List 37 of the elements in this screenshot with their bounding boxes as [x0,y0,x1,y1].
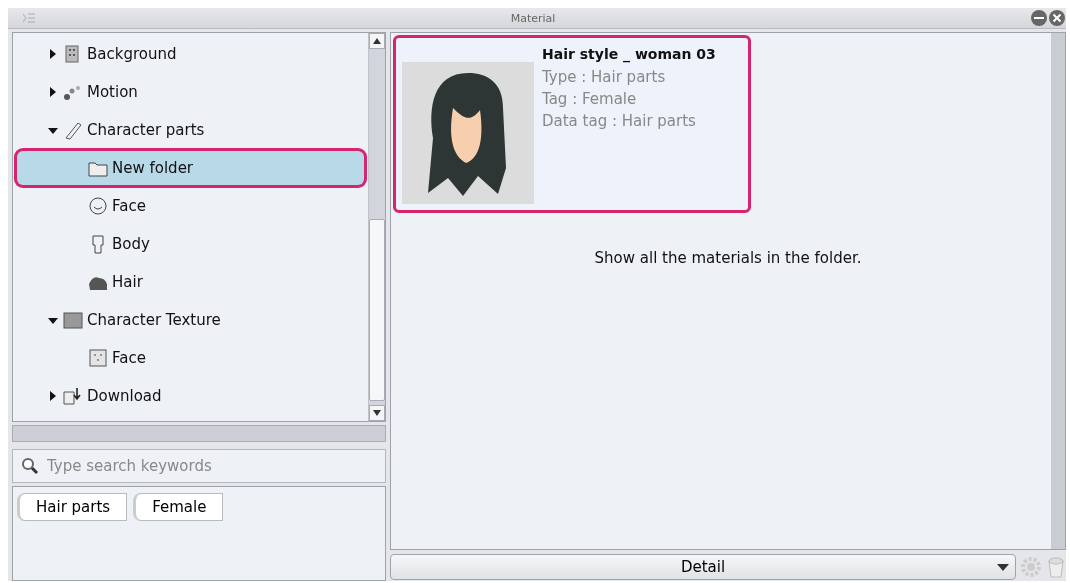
tag[interactable]: Hair parts [17,493,128,521]
tree-item[interactable]: Download [17,379,364,413]
tree-item[interactable]: Hair [17,265,364,299]
smiley-icon [87,196,109,216]
texture-icon [62,310,84,330]
scroll-up-icon[interactable] [373,38,381,44]
material-detail: Tag : Female [542,90,638,108]
face-icon [87,348,109,368]
search-field[interactable]: Type search keywords [12,449,386,483]
tree-item[interactable]: Face [17,341,364,375]
close-icon[interactable] [1048,9,1066,27]
tree-item[interactable]: Face [17,189,364,223]
tree-item[interactable]: New folder [17,151,364,185]
search-input[interactable]: Type search keywords [45,456,385,476]
pen-icon [62,120,84,140]
horizontal-scrollbar[interactable] [12,425,386,442]
tag[interactable]: Female [133,493,224,521]
window-title: Material [509,11,557,25]
material-card[interactable]: Hair style _ woman 03 Type : Hair parts Tag : Female Data tag : Hair parts [393,35,751,213]
tree-item[interactable]: Character parts [17,113,364,147]
tree-item[interactable]: Motion [17,75,364,109]
material-detail: Type : Hair parts [542,68,667,86]
scroll-down-icon[interactable] [373,410,381,416]
caret-icon [997,564,1009,572]
folder-icon [87,159,109,177]
scrollbar[interactable] [1051,33,1065,549]
tree-item[interactable]: Body [17,227,364,261]
search-icon [21,457,39,475]
material-title: Hair style _ woman 03 [542,45,717,64]
scrollbar[interactable] [368,33,385,421]
folder-message: Show all the materials in the folder. [594,249,862,267]
view-select[interactable]: Detail [390,554,1016,580]
minimize-icon[interactable] [1030,9,1048,27]
download-icon [62,386,84,406]
material-detail: Data tag : Hair parts [542,112,697,130]
tree-item[interactable]: Background [17,37,364,71]
tree-item[interactable]: Character Texture [17,303,364,337]
